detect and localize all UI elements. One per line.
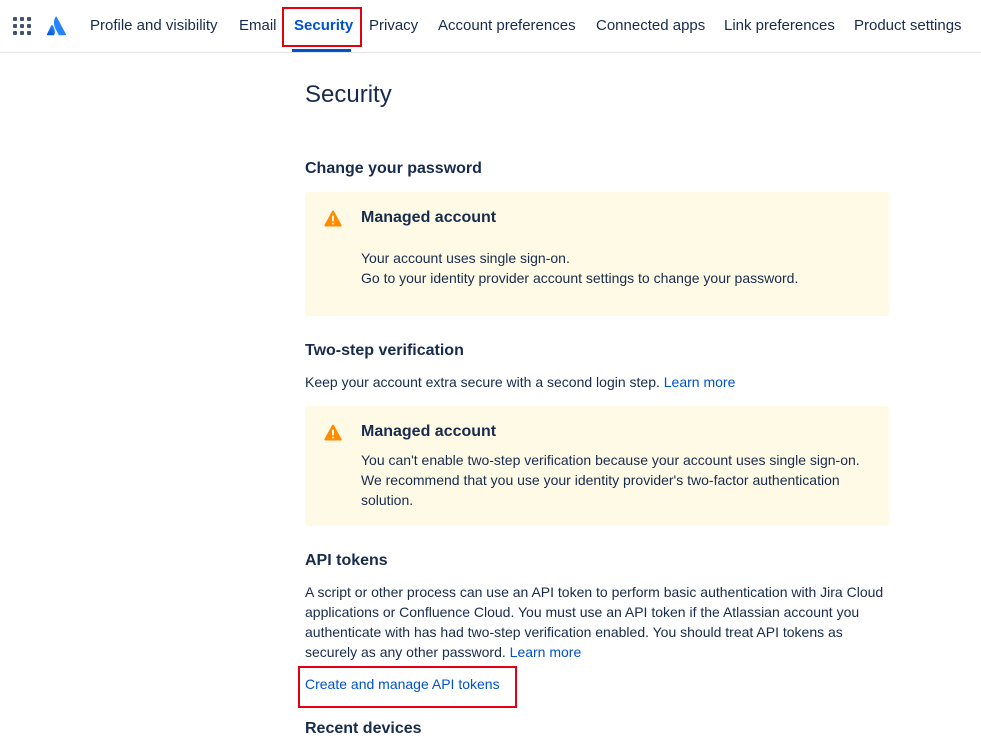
atlassian-logo-icon[interactable] <box>46 15 68 37</box>
managed-account-password-notice: Managed account Your account uses single… <box>305 192 889 316</box>
top-navigation: Profile and visibility Email Security Pr… <box>0 0 981 53</box>
change-password-heading: Change your password <box>305 160 482 177</box>
app-switcher-grid-icon[interactable] <box>13 17 31 35</box>
notice-title: Managed account <box>361 423 497 440</box>
two-step-heading: Two-step verification <box>305 342 464 359</box>
page-title: Security <box>305 81 392 108</box>
two-step-description: Keep your account extra secure with a se… <box>305 372 889 392</box>
api-tokens-description-text: A script or other process can use an API… <box>305 584 884 660</box>
warning-icon <box>324 424 342 441</box>
api-tokens-heading: API tokens <box>305 552 388 569</box>
managed-account-two-step-notice: Managed account You can't enable two-ste… <box>305 406 889 526</box>
notice-title: Managed account <box>361 209 497 226</box>
two-step-learn-more-link[interactable]: Learn more <box>664 374 736 390</box>
active-tab-indicator <box>292 49 351 52</box>
tab-connected-apps[interactable]: Connected apps <box>596 16 705 36</box>
tab-product-settings[interactable]: Product settings <box>854 16 962 36</box>
notice-body: You can't enable two-step verification b… <box>361 452 860 508</box>
tab-privacy[interactable]: Privacy <box>369 16 418 36</box>
notice-line-2: Go to your identity provider account set… <box>361 270 799 286</box>
tab-security[interactable]: Security <box>294 16 353 36</box>
tab-account-preferences[interactable]: Account preferences <box>438 16 576 36</box>
tab-profile-and-visibility[interactable]: Profile and visibility <box>90 16 218 36</box>
recent-devices-heading: Recent devices <box>305 720 422 737</box>
tab-link-preferences[interactable]: Link preferences <box>724 16 835 36</box>
notice-line-1: Your account uses single sign-on. <box>361 250 570 266</box>
api-tokens-learn-more-link[interactable]: Learn more <box>510 644 582 660</box>
tab-email[interactable]: Email <box>239 16 277 36</box>
create-manage-api-tokens-link[interactable]: Create and manage API tokens <box>305 674 500 694</box>
two-step-description-text: Keep your account extra secure with a se… <box>305 374 660 390</box>
warning-icon <box>324 210 342 227</box>
api-tokens-description: A script or other process can use an API… <box>305 582 889 662</box>
